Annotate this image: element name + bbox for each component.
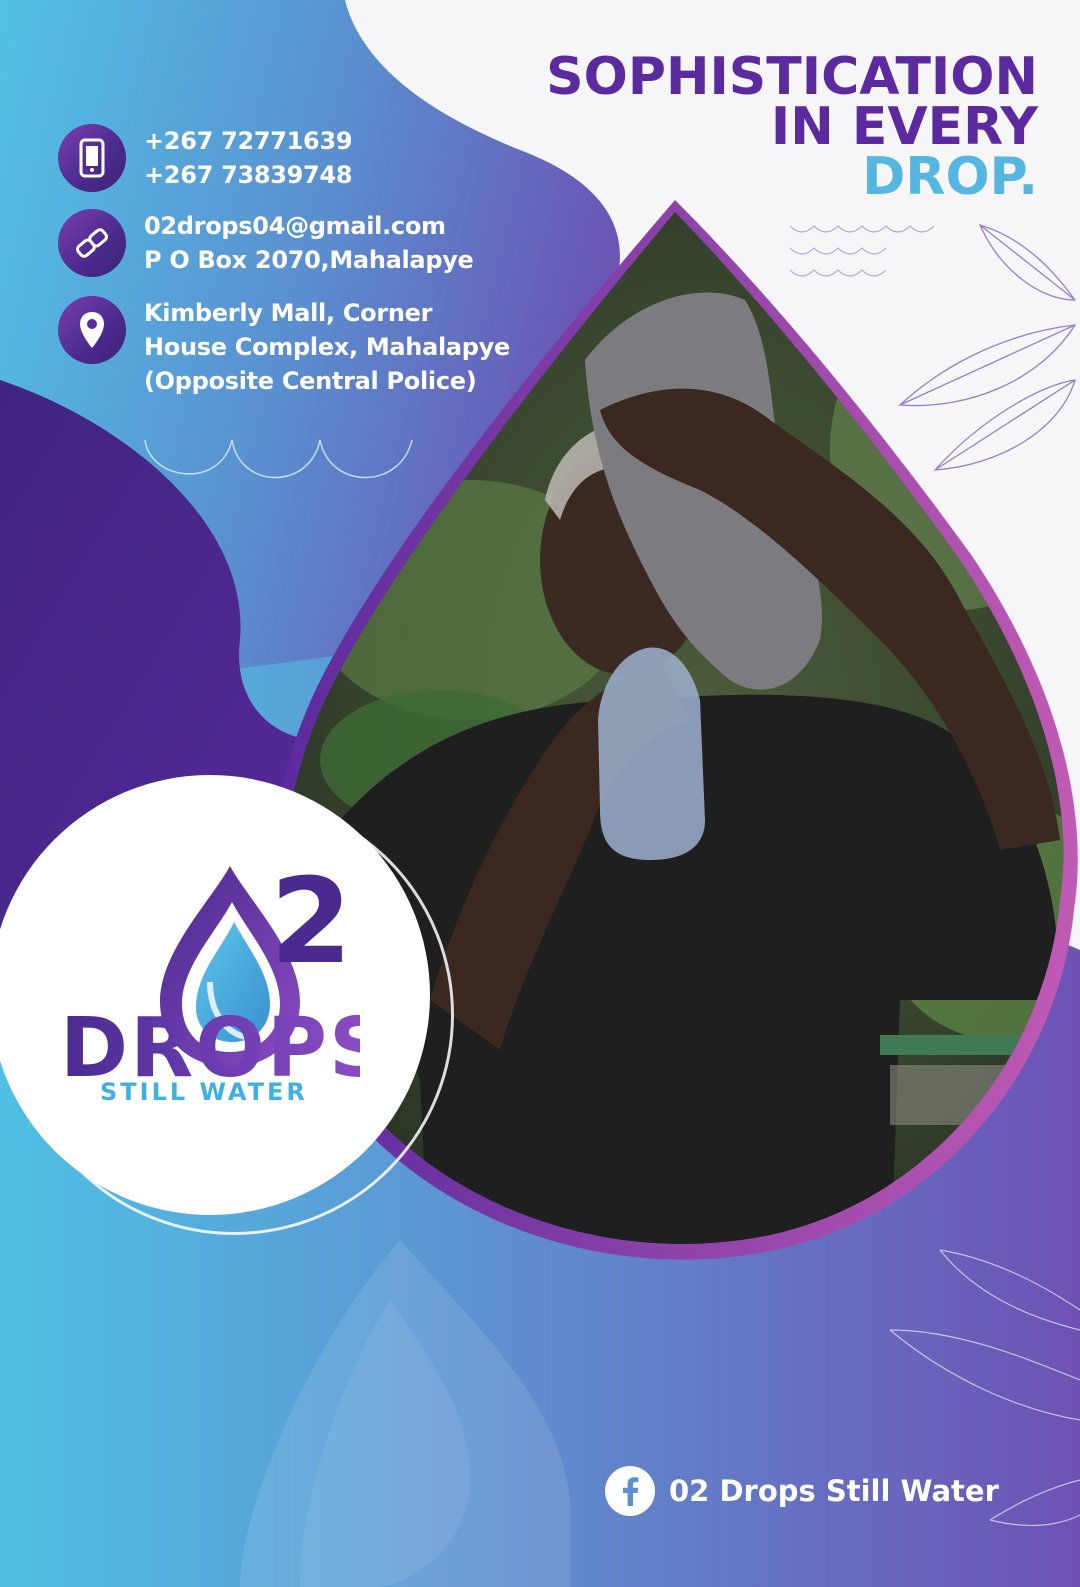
headline: SOPHISTICATION IN EVERY DROP. [546, 47, 1038, 207]
phone-number-2[interactable]: +267 73839748 [144, 158, 353, 192]
po-box: P O Box 2070,Mahalapye [144, 246, 474, 274]
link-icon [58, 209, 126, 277]
contact-address-text: Kimberly Mall, Corner House Complex, Mah… [144, 296, 510, 398]
headline-line-1: SOPHISTICATION [546, 47, 1038, 107]
contact-phone: +267 72771639 +267 73839748 [58, 124, 353, 192]
phone-number-1[interactable]: +267 72771639 [144, 124, 353, 158]
facebook-icon [605, 1466, 655, 1516]
address-line-3: (Opposite Central Police) [144, 367, 477, 395]
headline-line-3: DROP. [862, 147, 1038, 207]
email-address[interactable]: 02drops04@gmail.com [144, 209, 474, 243]
facebook-page-name: 02 Drops Still Water [669, 1474, 999, 1508]
logo-tagline: STILL WATER [100, 1078, 308, 1106]
phone-icon [58, 124, 126, 192]
address-line-1: Kimberly Mall, Corner [144, 299, 433, 327]
contact-phone-text: +267 72771639 +267 73839748 [144, 124, 353, 192]
facebook-link[interactable]: 02 Drops Still Water [605, 1466, 999, 1516]
location-pin-icon [58, 296, 126, 364]
address-line-2: House Complex, Mahalapye [144, 333, 511, 361]
contact-address: Kimberly Mall, Corner House Complex, Mah… [58, 296, 510, 398]
headline-line-2: IN EVERY [770, 97, 1038, 157]
contact-email: 02drops04@gmail.com P O Box 2070,Mahalap… [58, 209, 474, 277]
logo-superscript: 2 [270, 852, 353, 990]
contact-email-text: 02drops04@gmail.com P O Box 2070,Mahalap… [144, 209, 474, 277]
